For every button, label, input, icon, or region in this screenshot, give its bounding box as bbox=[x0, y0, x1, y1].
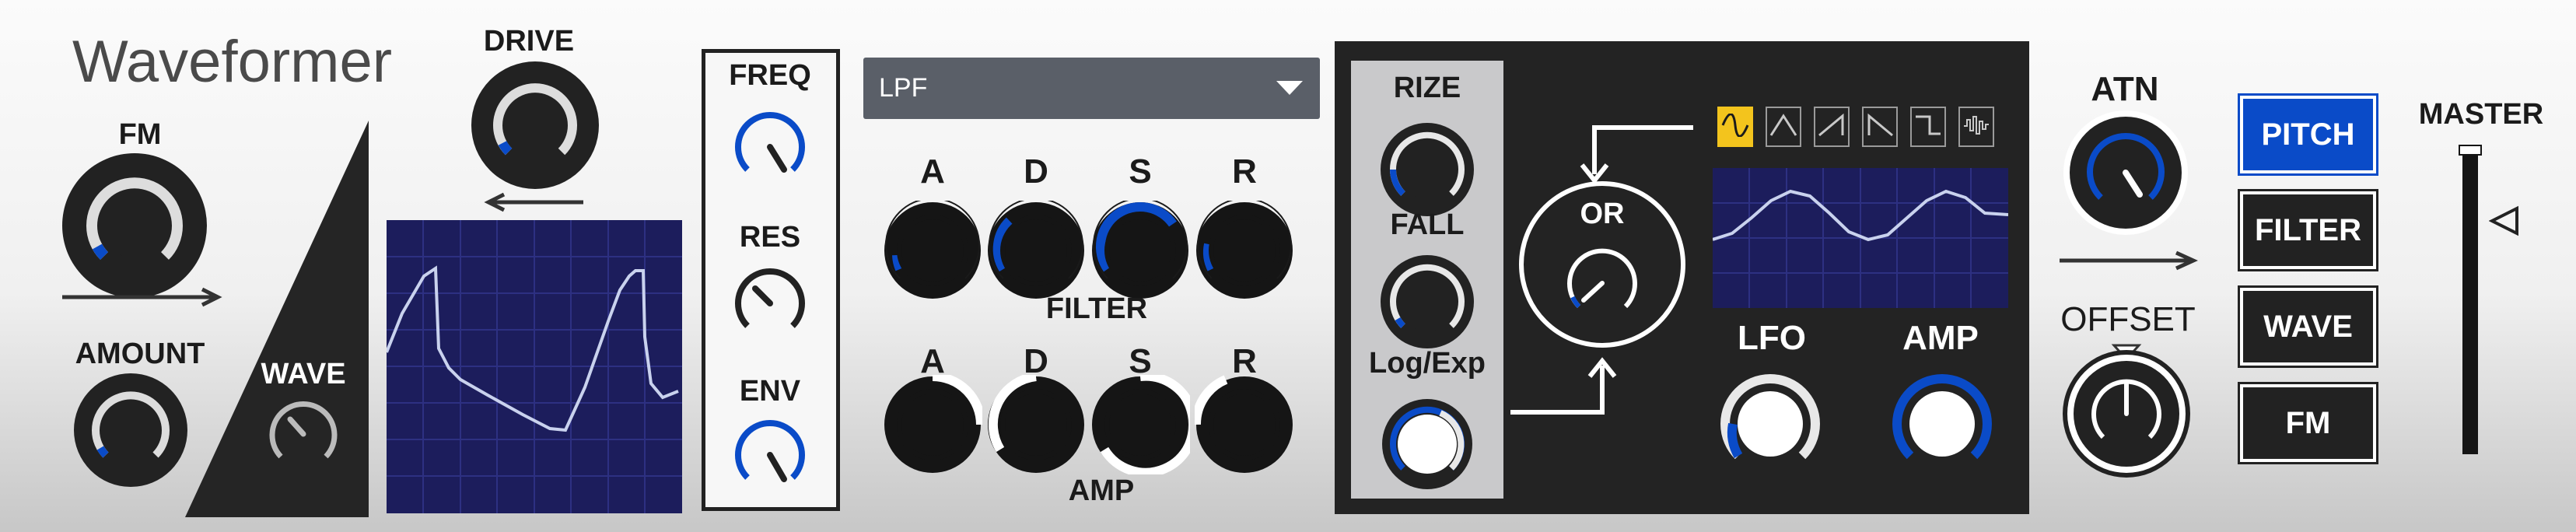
amp-env-r-knob[interactable] bbox=[1195, 375, 1294, 474]
or-knob[interactable] bbox=[1556, 236, 1649, 330]
square-wave-icon bbox=[1914, 114, 1942, 141]
lfo-label: LFO bbox=[1738, 319, 1806, 357]
atn-knob[interactable] bbox=[2062, 109, 2189, 236]
filter-envelope-label: FILTER bbox=[1045, 292, 1148, 325]
lfo-shape-button-saw-down-wave[interactable] bbox=[1862, 107, 1898, 147]
wave-knob[interactable] bbox=[261, 391, 346, 477]
destination-button-fm[interactable]: FM bbox=[2238, 382, 2378, 464]
filter-env-d-knob[interactable] bbox=[986, 201, 1086, 300]
rize-label: RIZE bbox=[1393, 72, 1461, 104]
destination-button-pitch[interactable]: PITCH bbox=[2238, 93, 2378, 176]
triangle-wave-icon bbox=[1769, 113, 1797, 141]
amp-env-d-knob[interactable] bbox=[986, 375, 1086, 474]
saw-down-wave-icon bbox=[1866, 113, 1894, 141]
res-label: RES bbox=[739, 221, 801, 254]
freq-label: FREQ bbox=[729, 59, 811, 92]
master-slider-track[interactable] bbox=[2462, 148, 2478, 454]
env-knob[interactable] bbox=[726, 411, 814, 499]
filter-env-d-label: D bbox=[1024, 152, 1048, 191]
filter-type-dropdown[interactable]: LPF bbox=[863, 58, 1320, 119]
saw-up-wave-icon bbox=[1818, 113, 1846, 141]
offset-knob[interactable] bbox=[2058, 342, 2195, 479]
chevron-down-icon bbox=[1276, 81, 1303, 95]
or-label: OR bbox=[1580, 198, 1625, 230]
filter-env-s-knob[interactable] bbox=[1090, 201, 1190, 300]
random-wave-icon bbox=[1962, 114, 1990, 141]
fall-label: FALL bbox=[1390, 208, 1465, 241]
destination-arrow bbox=[2060, 250, 2198, 271]
drive-knob[interactable] bbox=[469, 59, 601, 191]
drive-arrow bbox=[484, 192, 583, 212]
freq-knob[interactable] bbox=[726, 103, 814, 191]
env-label: ENV bbox=[739, 375, 801, 408]
destination-button-wave[interactable]: WAVE bbox=[2238, 285, 2378, 368]
destination-button-filter[interactable]: FILTER bbox=[2238, 189, 2378, 271]
lfo-shape-button-saw-up-wave[interactable] bbox=[1814, 107, 1850, 147]
filter-env-a-label: A bbox=[920, 152, 945, 191]
master-slider-handle[interactable] bbox=[2489, 205, 2520, 236]
lfo-shape-button-random-wave[interactable] bbox=[1958, 107, 1994, 147]
filter-type-value: LPF bbox=[879, 73, 928, 103]
lfo-display bbox=[1713, 168, 2008, 308]
lfo-shape-button-sine-wave[interactable] bbox=[1717, 107, 1753, 147]
logexp-label: Log/Exp bbox=[1369, 347, 1486, 380]
master-slider-top-cap bbox=[2459, 145, 2482, 156]
master-label: MASTER bbox=[2418, 98, 2544, 131]
sine-wave-icon bbox=[1721, 112, 1749, 141]
filter-env-r-label: R bbox=[1232, 152, 1257, 191]
filter-env-r-knob[interactable] bbox=[1195, 201, 1294, 300]
synth-panel: Waveformer FM AMOUNT WAVE DRIVE FREQ RES… bbox=[0, 0, 2576, 532]
drive-label: DRIVE bbox=[483, 25, 575, 58]
lfo-shape-button-square-wave[interactable] bbox=[1910, 107, 1946, 147]
lfo-shape-button-triangle-wave[interactable] bbox=[1766, 107, 1801, 147]
lfo-knob[interactable] bbox=[1717, 371, 1823, 477]
atn-label: ATN bbox=[2091, 70, 2159, 108]
app-title: Waveformer bbox=[72, 29, 393, 95]
filter-env-a-knob[interactable] bbox=[883, 201, 982, 300]
filter-env-s-label: S bbox=[1129, 152, 1152, 191]
amp-env-a-knob[interactable] bbox=[883, 375, 982, 474]
waveform-display bbox=[387, 220, 682, 513]
offset-label: OFFSET bbox=[2060, 300, 2196, 338]
wave-label: WAVE bbox=[261, 358, 346, 390]
mod-amp-knob[interactable] bbox=[1889, 371, 1995, 477]
logexp-knob[interactable] bbox=[1374, 391, 1480, 497]
rize-knob[interactable] bbox=[1374, 117, 1480, 222]
amp-env-s-knob[interactable] bbox=[1090, 375, 1190, 474]
mod-amp-label: AMP bbox=[1902, 319, 1979, 357]
amp-envelope-label: AMP bbox=[1068, 474, 1135, 507]
amount-knob[interactable] bbox=[72, 372, 189, 488]
fall-knob[interactable] bbox=[1374, 249, 1480, 355]
res-knob[interactable] bbox=[726, 259, 814, 348]
fm-label: FM bbox=[118, 118, 162, 151]
